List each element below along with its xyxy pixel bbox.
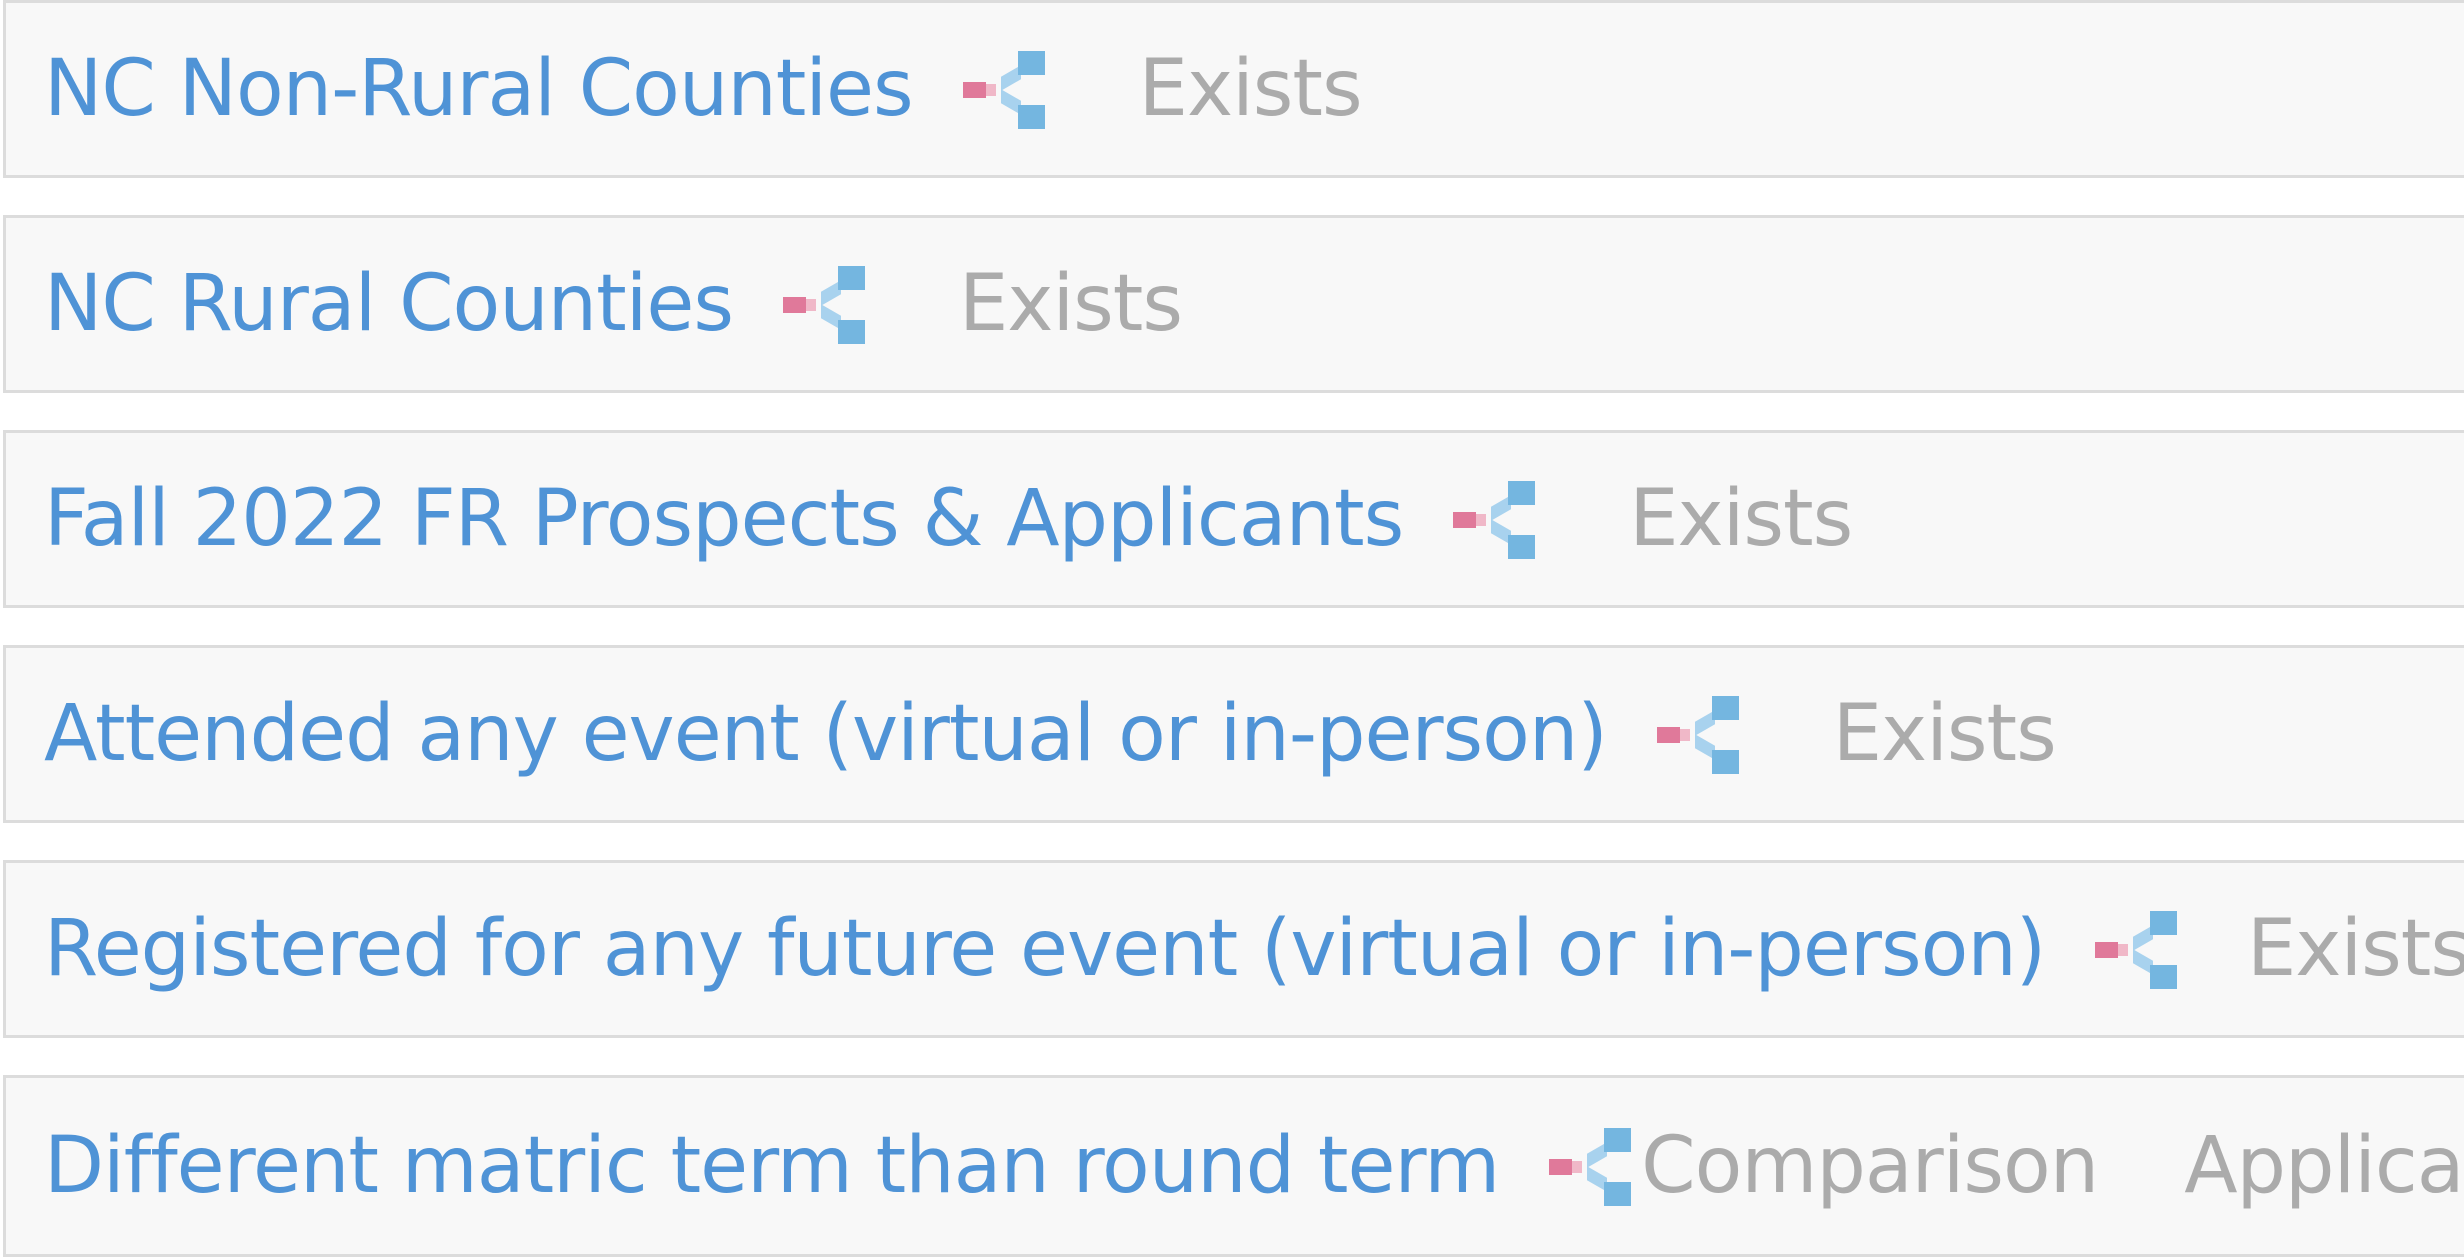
filter-type-label: Comparison bbox=[1641, 1121, 2099, 1211]
filter-type-label: Exists bbox=[959, 259, 1183, 349]
filter-row[interactable]: NC Rural Counties Exists bbox=[3, 215, 2464, 393]
filter-row[interactable]: Different matric term than round term Co… bbox=[3, 1075, 2464, 1257]
filter-type-label: Exists bbox=[1832, 689, 2057, 779]
filter-type-label: Exists bbox=[2247, 904, 2464, 994]
filter-row[interactable]: Registered for any future event (virtual… bbox=[3, 860, 2464, 1038]
filter-name-link[interactable]: NC Rural Counties bbox=[44, 259, 734, 349]
filter-list: NC Non-Rural Counties Exists NC Rural Co… bbox=[0, 0, 2464, 1257]
filter-type-label: Exists bbox=[1138, 44, 1363, 134]
share-icon[interactable] bbox=[1656, 694, 1741, 774]
filter-row[interactable]: NC Non-Rural Counties Exists bbox=[3, 0, 2464, 178]
filter-name-link[interactable]: Fall 2022 FR Prospects & Applicants bbox=[44, 474, 1404, 564]
filter-base-label: Applicati bbox=[2184, 1121, 2464, 1211]
filter-row[interactable]: Attended any event (virtual or in-person… bbox=[3, 645, 2464, 823]
filter-name-link[interactable]: Different matric term than round term bbox=[44, 1121, 1500, 1211]
filter-type-label: Exists bbox=[1629, 474, 1853, 564]
share-icon[interactable] bbox=[783, 264, 867, 344]
filter-name-link[interactable]: NC Non-Rural Counties bbox=[44, 44, 914, 134]
filter-name-link[interactable]: Attended any event (virtual or in-person… bbox=[44, 689, 1608, 779]
share-icon[interactable] bbox=[2095, 909, 2178, 989]
filter-name-link[interactable]: Registered for any future event (virtual… bbox=[44, 904, 2046, 994]
filter-row[interactable]: Fall 2022 FR Prospects & Applicants Exis… bbox=[3, 430, 2464, 608]
share-icon[interactable] bbox=[962, 49, 1047, 129]
share-icon[interactable] bbox=[1453, 479, 1537, 559]
